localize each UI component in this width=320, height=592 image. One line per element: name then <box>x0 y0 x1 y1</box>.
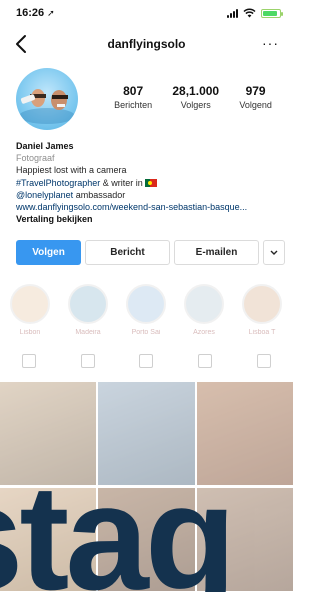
highlight-label: Lisbon <box>19 329 41 336</box>
grid-tab-icon[interactable] <box>22 354 37 368</box>
location-arrow-icon: ➚ <box>47 8 55 18</box>
guides-tab-icon[interactable] <box>198 354 213 368</box>
stat-following[interactable]: 979 Volgend <box>239 84 272 110</box>
highlight-cover <box>126 284 166 324</box>
stat-followers[interactable]: 28,1.000 Volgers <box>172 84 219 110</box>
stat-value: 979 <box>245 84 266 98</box>
profile-tabs <box>0 354 293 376</box>
profile-username: danflyingsolo <box>107 37 186 51</box>
highlight-item[interactable]: Porto Sai <box>124 284 168 336</box>
highlight-item[interactable]: Lisbon <box>8 284 52 336</box>
website-link[interactable]: www.danflyingsolo.com/weekend-san-sebast… <box>16 201 286 213</box>
highlight-cover <box>242 284 282 324</box>
portugal-flag-icon <box>144 178 157 187</box>
bio-line: #TravelPhotographer & writer in <box>16 177 286 189</box>
watermark-text: stag <box>0 453 236 592</box>
stat-label: Berichten <box>114 100 153 110</box>
highlight-cover <box>68 284 108 324</box>
stat-value: 807 <box>123 84 144 98</box>
battery-icon <box>261 9 283 18</box>
reels-tab-icon[interactable] <box>80 354 95 368</box>
profile-actions: Volgen Bericht E-mailen <box>16 240 294 265</box>
hashtag-link[interactable]: #TravelPhotographer <box>16 178 100 188</box>
profile-name: Daniel James <box>16 141 74 151</box>
status-time: 16:26 ➚ <box>16 7 55 19</box>
highlight-cover <box>184 284 224 324</box>
stat-value: 28,1.000 <box>172 84 220 98</box>
status-icons <box>227 8 283 18</box>
bio-line: Happiest lost with a camera <box>16 165 127 176</box>
stat-label: Volgend <box>239 100 272 110</box>
tagged-tab-icon[interactable] <box>256 354 271 368</box>
highlight-label: Lisboa T <box>248 329 276 336</box>
status-bar: 16:26 ➚ <box>0 0 293 26</box>
stat-posts[interactable]: 807 Berichten <box>114 84 152 110</box>
highlight-item[interactable]: Azores <box>182 284 226 336</box>
faded-content-area: Lisbon Madeira Porto Sai Azores Lisboa T <box>0 272 293 592</box>
follow-button[interactable]: Volgen <box>16 240 81 265</box>
suggestions-button[interactable] <box>263 240 285 265</box>
highlight-label: Porto Sai <box>131 329 161 336</box>
avatar-image <box>19 89 75 124</box>
bio-text: ambassador <box>73 189 126 200</box>
translate-link[interactable]: Vertaling bekijken <box>16 213 286 225</box>
email-button[interactable]: E-mailen <box>174 240 259 265</box>
stat-label: Volgers <box>180 100 211 110</box>
mention-link[interactable]: @lonelyplanet <box>16 190 73 200</box>
highlight-item[interactable]: Lisboa T <box>240 284 284 336</box>
avatar[interactable] <box>16 68 78 130</box>
profile-stats: 807 Berichten 28,1.000 Volgers 979 Volge… <box>104 84 282 110</box>
nav-bar: danflyingsolo ··· <box>0 28 293 62</box>
more-options-button[interactable]: ··· <box>262 36 279 50</box>
highlight-cover <box>10 284 50 324</box>
signal-icon <box>227 8 238 18</box>
message-button[interactable]: Bericht <box>85 240 170 265</box>
bio-line: @lonelyplanet ambassador <box>16 189 286 201</box>
highlight-item[interactable]: Madeira <box>66 284 110 336</box>
igtv-tab-icon[interactable] <box>139 354 154 368</box>
profile-category: Fotograaf <box>16 153 55 164</box>
story-highlights: Lisbon Madeira Porto Sai Azores Lisboa T <box>8 284 293 344</box>
chevron-down-icon <box>270 250 278 255</box>
profile-bio: Daniel James Fotograaf Happiest lost wit… <box>16 140 286 225</box>
wifi-icon <box>243 8 256 18</box>
highlight-label: Azores <box>193 329 215 336</box>
bio-text: & writer in <box>100 177 143 188</box>
clock-text: 16:26 <box>16 7 45 19</box>
highlight-label: Madeira <box>75 329 101 336</box>
